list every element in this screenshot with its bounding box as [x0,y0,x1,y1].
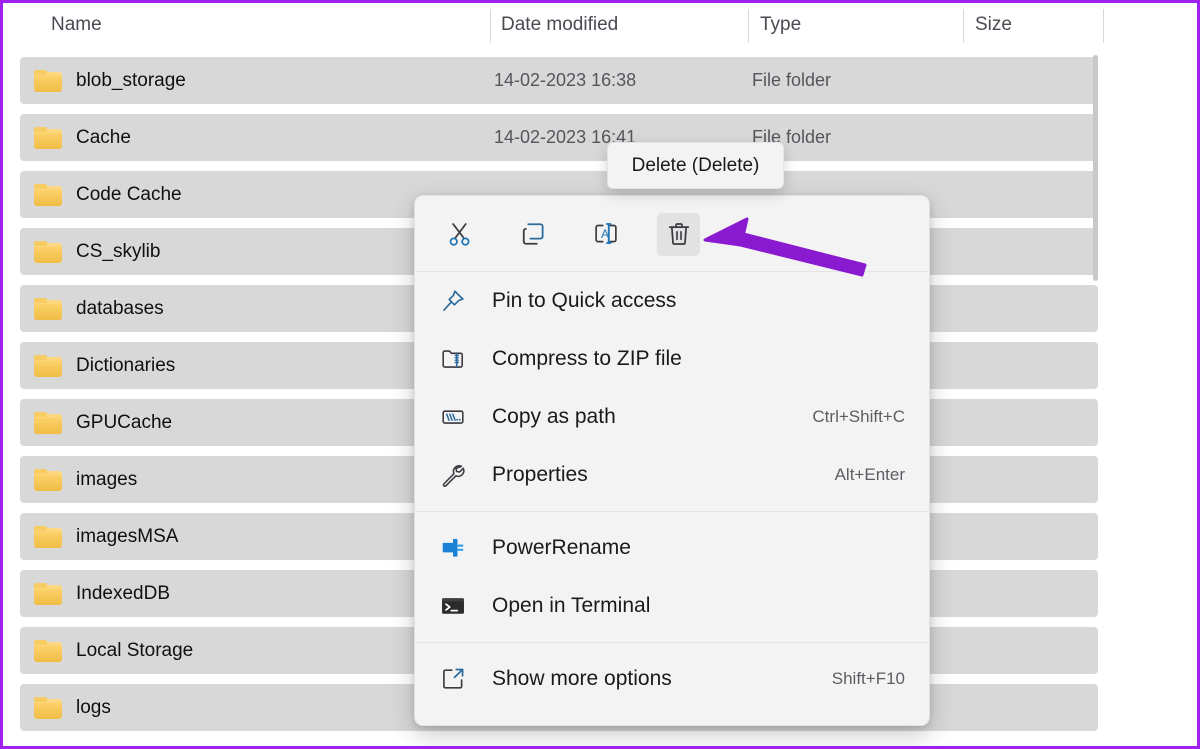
file-name-label: databases [76,297,164,319]
menu-item-copy-as-path[interactable]: Copy as path Ctrl+Shift+C [415,388,929,446]
path-icon [439,402,473,432]
folder-icon [34,354,62,377]
menu-item-label: Open in Terminal [492,594,651,617]
menu-item-label: Compress to ZIP file [492,347,682,370]
column-header-type-label: Type [760,14,802,35]
vertical-scrollbar[interactable] [1092,51,1099,741]
menu-item-label: Copy as path [492,405,616,428]
file-name-cell[interactable]: Cache [20,126,494,149]
menu-item-shortcut: Shift+F10 [831,669,905,688]
delete-icon [668,223,689,245]
rename-button[interactable]: A [584,213,627,256]
folder-icon [34,297,62,320]
column-header-name[interactable]: Name [3,3,491,47]
folder-icon [34,183,62,206]
tooltip-text: Delete (Delete) [631,154,760,176]
menu-item-pin-to-quick-access[interactable]: Pin to Quick access [415,272,929,330]
folder-icon [34,582,62,605]
menu-group-divider [415,642,929,643]
menu-item-open-in-terminal[interactable]: Open in Terminal [415,577,929,635]
menu-group-divider [415,511,929,512]
table-row[interactable]: Cache 14-02-2023 16:41 File folder [20,114,1098,161]
powerrename-icon [439,533,473,563]
scrollbar-thumb[interactable] [1093,55,1098,281]
file-name-label: images [76,468,138,490]
pin-icon [439,286,473,316]
context-menu-toolbar: A [415,196,929,272]
cut-button[interactable] [438,213,481,256]
file-name-label: logs [76,696,111,718]
menu-item-label: Properties [492,463,588,486]
context-menu[interactable]: A Pin to Quick access Compress to ZIP fil… [414,195,930,726]
column-header-size[interactable]: Size [964,3,1104,47]
folder-icon [34,411,62,434]
folder-icon [34,240,62,263]
file-type-cell: File folder [752,70,832,90]
menu-item-label: Show more options [492,667,672,690]
wrench-icon [439,460,473,490]
show-more-icon [439,664,473,694]
file-explorer-window: Name Date modified Type Size blob_storag… [0,0,1200,749]
column-header-name-label: Name [51,14,102,35]
menu-item-shortcut: Alt+Enter [834,465,905,484]
column-header-date-label: Date modified [501,14,619,35]
terminal-icon [439,591,473,621]
column-header-type[interactable]: Type [749,3,964,47]
file-name-label: blob_storage [76,69,186,91]
menu-item-label: Pin to Quick access [492,289,677,312]
file-name-label: CS_skylib [76,240,161,262]
file-name-cell[interactable]: blob_storage [20,69,494,92]
file-name-label: GPUCache [76,411,173,433]
file-name-label: imagesMSA [76,525,179,547]
folder-icon [34,639,62,662]
delete-tooltip: Delete (Delete) [607,142,784,189]
folder-icon [34,468,62,491]
folder-icon [34,696,62,719]
file-name-label: IndexedDB [76,582,171,604]
context-menu-items: Pin to Quick access Compress to ZIP file C… [415,272,929,708]
menu-item-show-more-options[interactable]: Show more options Shift+F10 [415,650,929,708]
column-header-size-label: Size [975,14,1012,35]
file-name-label: Cache [76,126,131,148]
table-row[interactable]: blob_storage 14-02-2023 16:38 File folder [20,57,1098,104]
menu-item-label: PowerRename [492,536,631,559]
zip-icon [439,344,473,374]
menu-item-compress-to-zip-file[interactable]: Compress to ZIP file [415,330,929,388]
copy-button[interactable] [511,213,554,256]
cut-icon [449,223,469,246]
menu-item-properties[interactable]: Properties Alt+Enter [415,446,929,504]
menu-item-powerrename[interactable]: PowerRename [415,519,929,577]
folder-icon [34,126,62,149]
folder-icon [34,525,62,548]
file-name-label: Dictionaries [76,354,176,376]
file-name-label: Code Cache [76,183,182,205]
column-header-row: Name Date modified Type Size [3,3,1197,47]
file-date-cell: 14-02-2023 16:38 [494,70,637,90]
menu-item-shortcut: Ctrl+Shift+C [812,407,905,426]
rename-icon: A [594,223,617,244]
column-header-date-modified[interactable]: Date modified [491,3,749,47]
delete-button[interactable] [657,212,700,256]
file-name-label: Local Storage [76,639,194,661]
column-divider[interactable] [1103,9,1104,43]
copy-icon [522,223,544,245]
folder-icon [34,69,62,92]
file-type-cell: File folder [752,127,832,147]
